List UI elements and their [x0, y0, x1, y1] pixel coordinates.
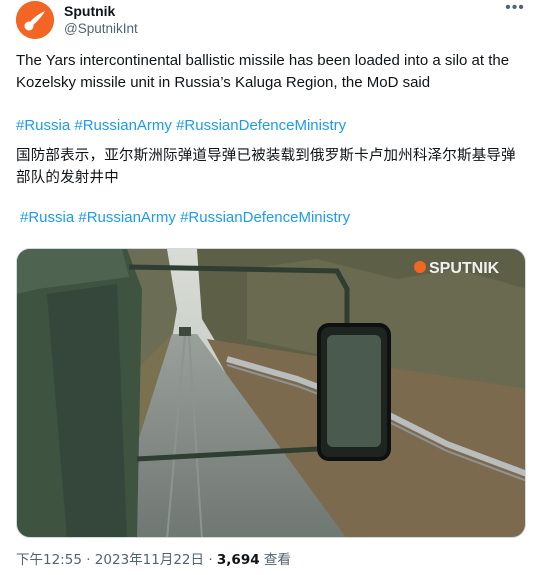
- tweet-time[interactable]: 下午12:55: [16, 552, 82, 568]
- tweet-text-english: The Yars intercontinental ballistic miss…: [16, 52, 510, 91]
- hashtag-row-1: #Russia #RussianArmy #RussianDefenceMini…: [16, 115, 346, 137]
- tweet-footer: 下午12:55 · 2023年11月22日 · 3,694 查看: [16, 548, 291, 568]
- footer-separator: ·: [86, 552, 91, 568]
- tweet-text-chinese: 国防部表示，亚尔斯洲际弹道导弹已被装载到俄罗斯卡卢加州科泽尔斯基导弹部队的发射井…: [16, 148, 516, 186]
- views-count: 3,694: [216, 552, 260, 568]
- hashtag-row-2: #Russia #RussianArmy #RussianDefenceMini…: [20, 207, 350, 229]
- hashtag-link[interactable]: #RussianDefenceMinistry: [176, 117, 346, 134]
- video-thumbnail[interactable]: SPUTNIK: [16, 248, 526, 538]
- tweet-date[interactable]: 2023年11月22日: [95, 552, 204, 568]
- avatar[interactable]: [16, 1, 54, 39]
- author-name[interactable]: Sputnik: [64, 3, 115, 19]
- hashtag-link[interactable]: #Russia: [16, 117, 70, 134]
- hashtag-link[interactable]: #RussianArmy: [78, 209, 176, 226]
- footer-separator: ·: [208, 552, 213, 568]
- more-horizontal-icon[interactable]: •••: [505, 0, 525, 20]
- views-label: 查看: [263, 552, 291, 568]
- video-frame-image: SPUTNIK: [17, 249, 525, 537]
- author-handle[interactable]: @SputnikInt: [64, 21, 138, 36]
- hashtag-link[interactable]: #RussianDefenceMinistry: [180, 209, 350, 226]
- tweet-header: Sputnik @SputnikInt •••: [16, 0, 525, 44]
- hashtag-link[interactable]: #RussianArmy: [74, 117, 172, 134]
- hashtag-link[interactable]: #Russia: [20, 209, 74, 226]
- watermark-text: SPUTNIK: [429, 260, 500, 277]
- sputnik-logo-icon: [16, 1, 54, 39]
